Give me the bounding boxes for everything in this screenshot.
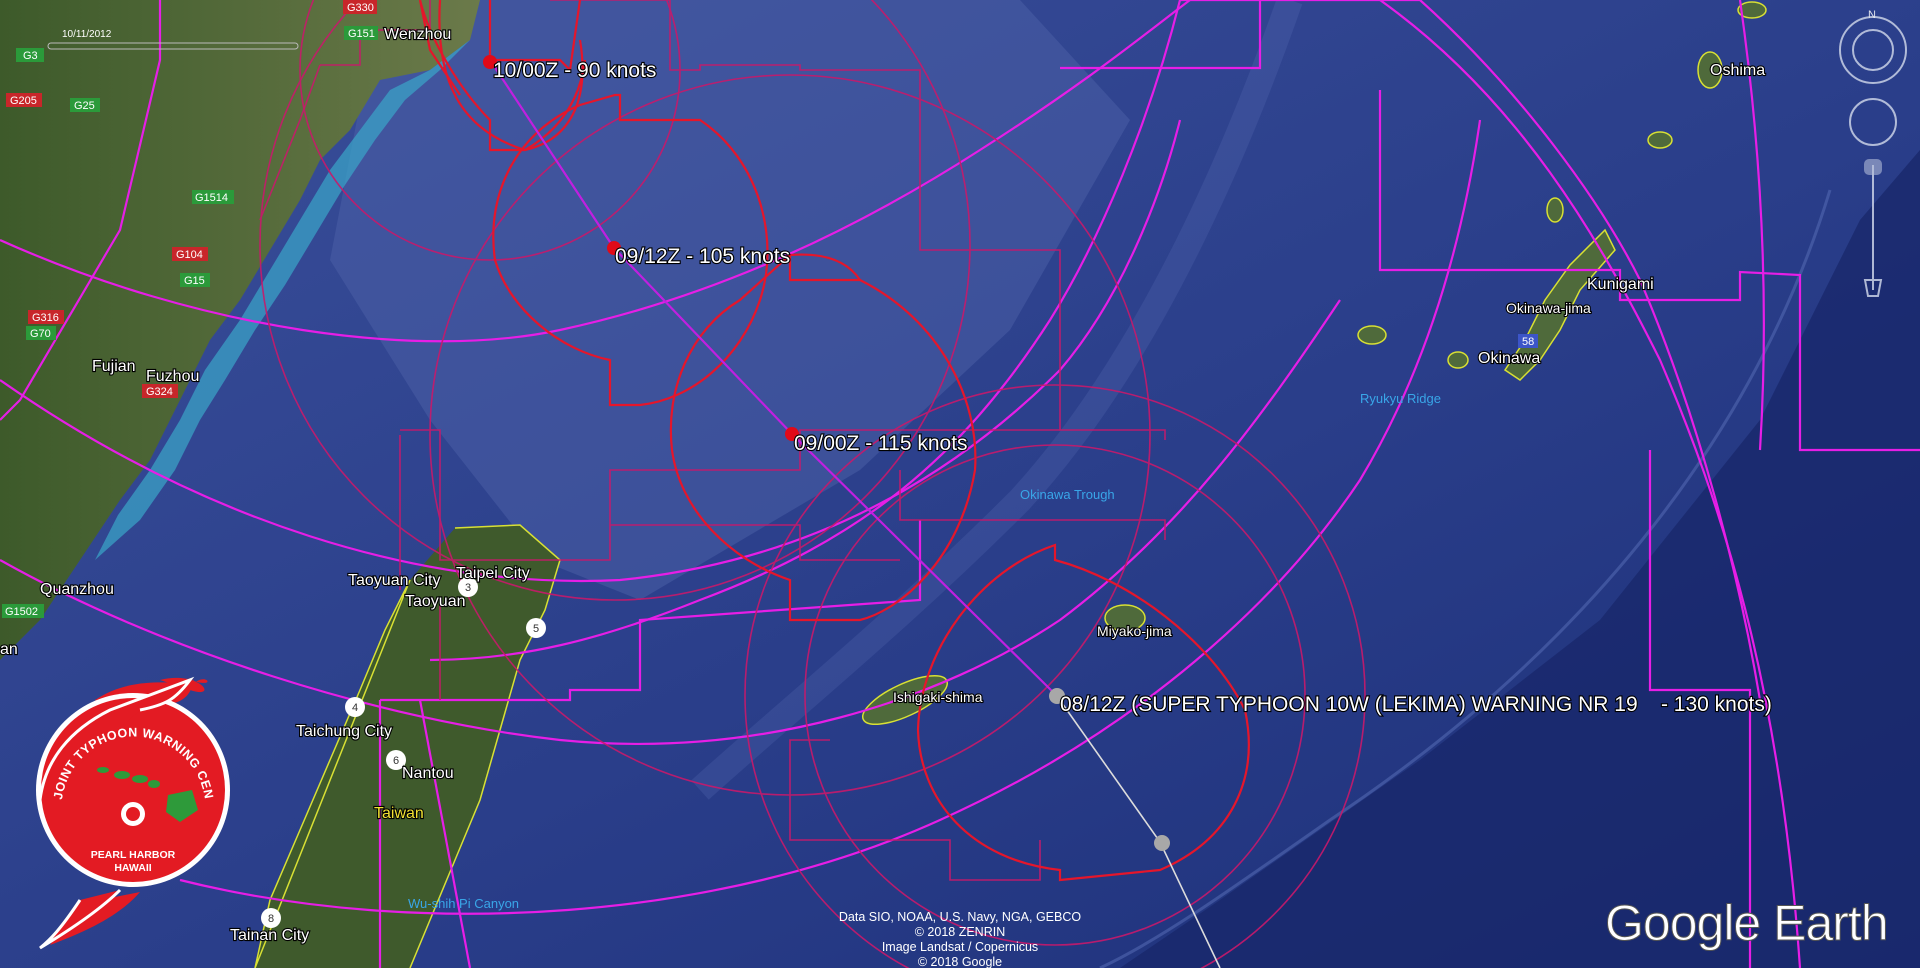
date-label: 10/11/2012 bbox=[62, 29, 112, 40]
credit-line-4: © 2018 Google bbox=[918, 955, 1002, 968]
credit-line-3: Image Landsat / Copernicus bbox=[882, 940, 1038, 954]
place-edge-an: an bbox=[0, 641, 18, 658]
place-nantou: Nantou bbox=[402, 765, 454, 782]
route-marker-3: 3 bbox=[465, 582, 471, 594]
feature-ryukyu-ridge: Ryukyu Ridge bbox=[1360, 391, 1441, 406]
place-taoyuan: Taoyuan bbox=[405, 593, 466, 610]
road-g316: G316 bbox=[32, 312, 59, 324]
google-earth-logo: Google Earth bbox=[1605, 895, 1888, 951]
place-taoyuan-city: Taoyuan City bbox=[348, 572, 441, 589]
road-g324: G324 bbox=[146, 386, 173, 398]
map-canvas[interactable]: 10/00Z - 90 knots 09/12Z - 105 knots 09/… bbox=[0, 0, 1920, 968]
road-g1502: G1502 bbox=[5, 606, 38, 618]
place-okinawa: Okinawa bbox=[1478, 350, 1540, 367]
track-label-10-00z: 10/00Z - 90 knots bbox=[493, 59, 656, 82]
place-okinawa-jima: Okinawa-jima bbox=[1506, 300, 1591, 316]
route-marker-5: 5 bbox=[533, 623, 539, 635]
feature-okinawa-trough: Okinawa Trough bbox=[1020, 487, 1115, 502]
place-ishigaki: Ishigaki-shima bbox=[893, 689, 983, 705]
place-taipei-city: Taipei City bbox=[456, 565, 530, 582]
road-g3: G3 bbox=[23, 50, 38, 62]
road-g15: G15 bbox=[184, 275, 205, 287]
road-g151: G151 bbox=[348, 28, 375, 40]
credit-line-1: Data SIO, NOAA, U.S. Navy, NGA, GEBCO bbox=[839, 910, 1081, 924]
logo-line1: PEARL HARBOR bbox=[91, 849, 176, 861]
place-miyako: Miyako-jima bbox=[1097, 623, 1172, 639]
place-oshima: Oshima bbox=[1710, 62, 1765, 79]
road-g104: G104 bbox=[176, 249, 203, 261]
track-label-08-12z: 08/12Z (SUPER TYPHOON 10W (LEKIMA) WARNI… bbox=[1060, 693, 1772, 716]
route-marker-4: 4 bbox=[352, 702, 358, 714]
kerama-island bbox=[1447, 351, 1469, 369]
place-taichung-city: Taichung City bbox=[296, 723, 392, 740]
track-label-09-12z: 09/12Z - 105 knots bbox=[615, 245, 790, 268]
route-marker-8: 8 bbox=[268, 913, 274, 925]
small-island-2 bbox=[1546, 197, 1564, 223]
track-label-09-00z: 09/00Z - 115 knots bbox=[794, 432, 968, 455]
road-g70: G70 bbox=[30, 328, 51, 340]
kume-island bbox=[1357, 325, 1387, 345]
feature-wushih-canyon: Wu-shih Pi Canyon bbox=[408, 896, 519, 911]
compass-north: N bbox=[1868, 9, 1876, 21]
place-tainan-city: Tainan City bbox=[230, 927, 309, 944]
place-fujian: Fujian bbox=[92, 358, 136, 375]
place-wenzhou: Wenzhou bbox=[384, 26, 451, 43]
route-marker-6: 6 bbox=[393, 755, 399, 767]
place-quanzhou: Quanzhou bbox=[40, 581, 114, 598]
logo-line2: HAWAII bbox=[114, 862, 151, 874]
past-point[interactable] bbox=[1154, 835, 1170, 851]
place-kunigami: Kunigami bbox=[1587, 276, 1654, 293]
road-58: 58 bbox=[1522, 336, 1534, 348]
place-fuzhou: Fuzhou bbox=[146, 368, 199, 385]
small-island-1 bbox=[1647, 131, 1673, 149]
road-g1514: G1514 bbox=[195, 192, 228, 204]
place-taiwan: Taiwan bbox=[374, 805, 424, 822]
road-g330: G330 bbox=[347, 2, 374, 14]
road-g25: G25 bbox=[74, 100, 95, 112]
credit-line-2: © 2018 ZENRIN bbox=[915, 925, 1006, 939]
road-g205: G205 bbox=[10, 95, 37, 107]
